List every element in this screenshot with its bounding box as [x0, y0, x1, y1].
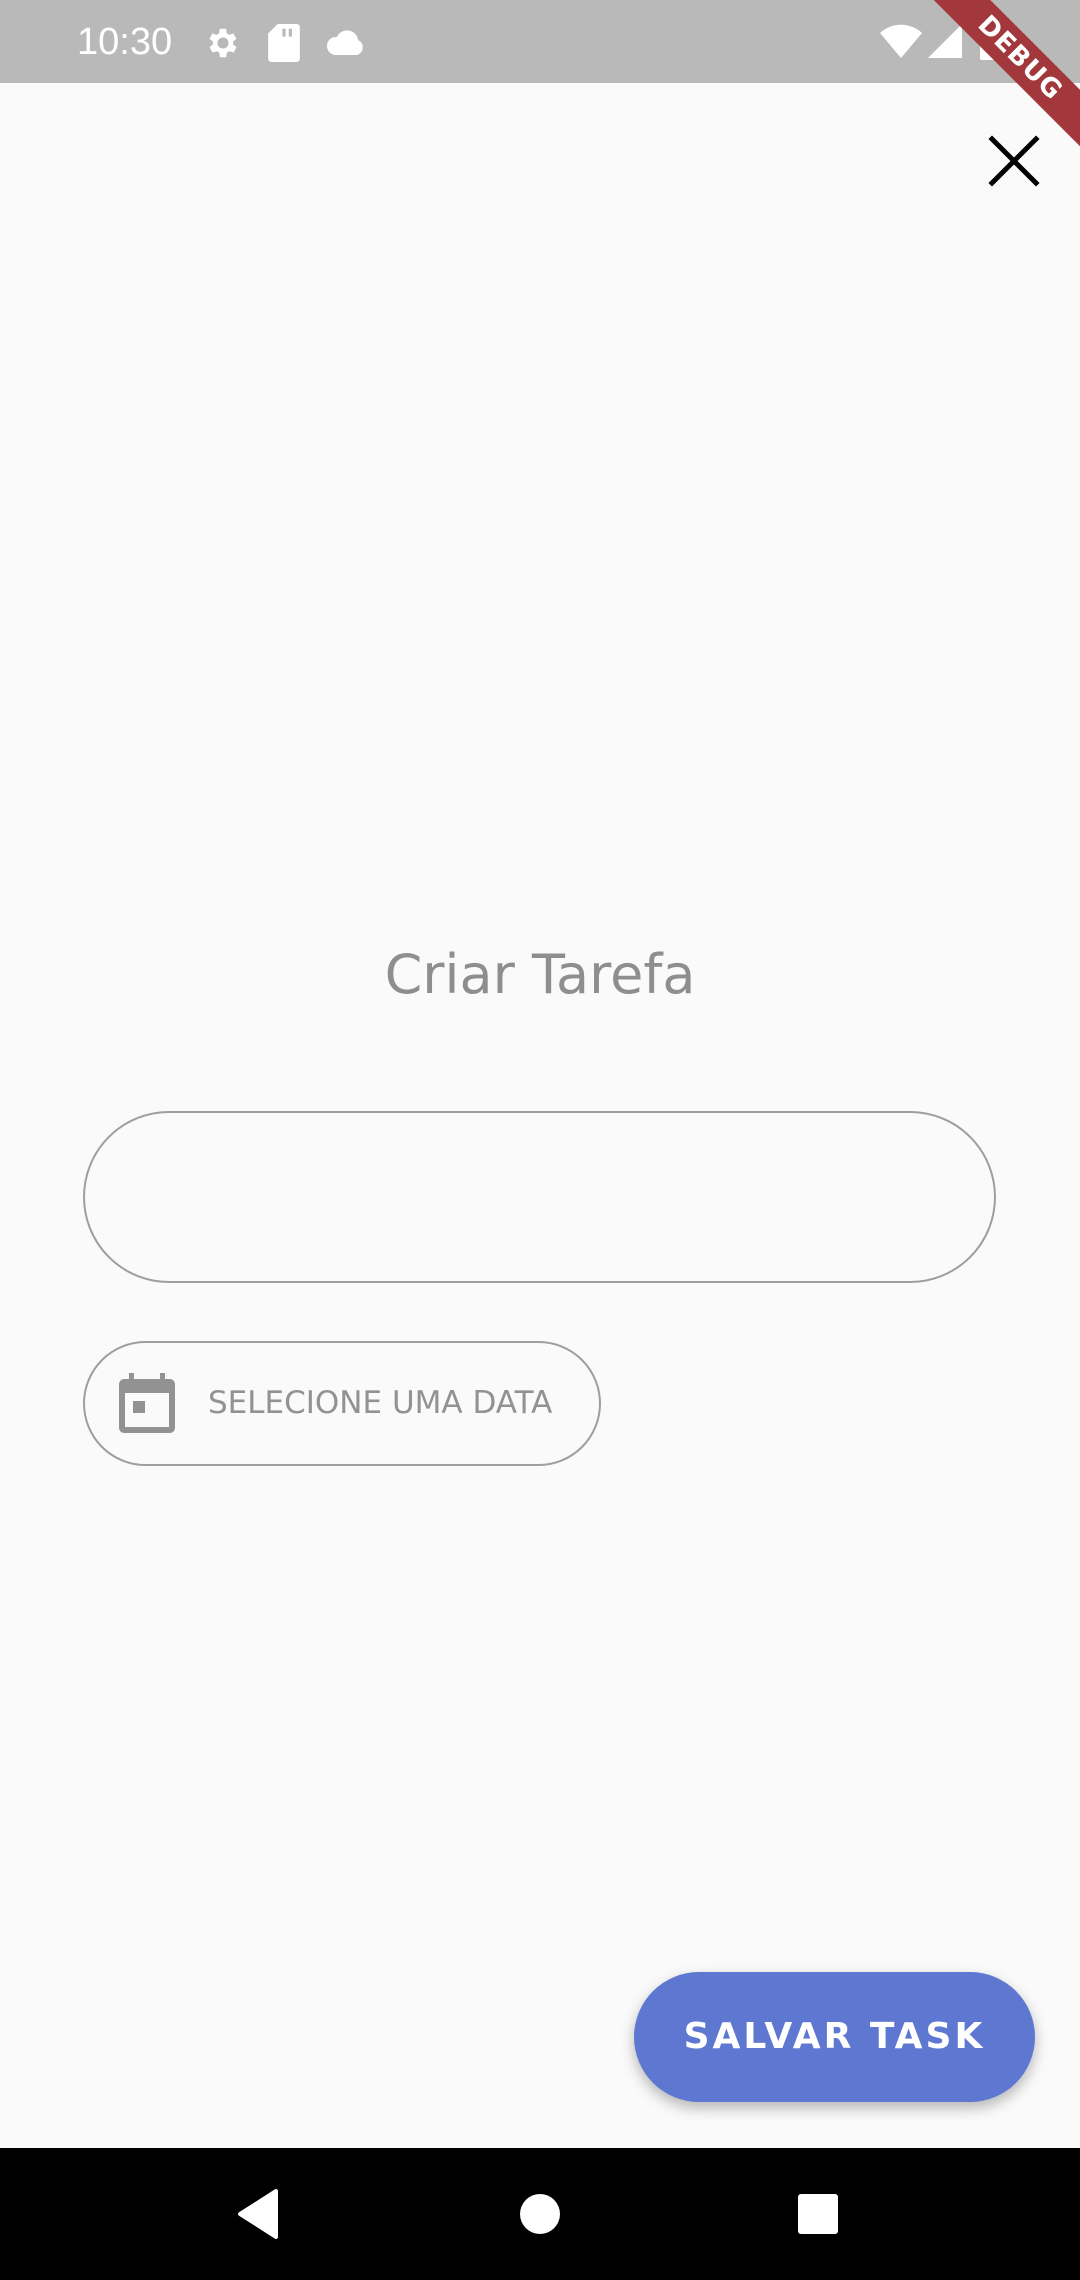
cloud-icon — [326, 28, 366, 61]
calendar-icon — [119, 1373, 175, 1433]
settings-icon — [204, 24, 242, 67]
battery-icon — [980, 20, 1002, 65]
signal-icon — [928, 24, 962, 63]
close-button[interactable] — [978, 125, 1050, 197]
status-bar: 10:30 — [0, 0, 1080, 83]
home-button[interactable] — [504, 2178, 576, 2250]
recents-button[interactable] — [782, 2178, 854, 2250]
select-date-label: SELECIONE UMA DATA — [208, 1385, 553, 1421]
task-input[interactable] — [83, 1111, 996, 1283]
navigation-bar — [0, 2148, 1080, 2280]
home-icon — [520, 2194, 560, 2234]
select-date-button[interactable]: SELECIONE UMA DATA — [83, 1341, 601, 1466]
close-icon — [988, 135, 1040, 187]
recents-icon — [798, 2194, 838, 2234]
sd-card-icon — [268, 24, 300, 67]
back-icon — [238, 2189, 278, 2239]
back-button[interactable] — [222, 2178, 294, 2250]
save-task-button[interactable]: SALVAR TASK — [634, 1972, 1035, 2102]
status-time: 10:30 — [77, 21, 173, 63]
wifi-icon — [880, 24, 922, 63]
page-title: Criar Tarefa — [384, 943, 696, 1006]
